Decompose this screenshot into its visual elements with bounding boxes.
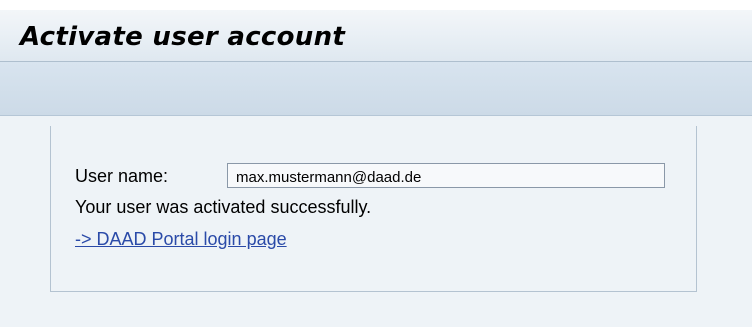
page-title: Activate user account	[20, 22, 346, 52]
activation-group-box: User name: Your user was activated succe…	[50, 126, 697, 292]
top-strip	[0, 0, 752, 10]
username-label: User name:	[75, 166, 169, 186]
username-field[interactable]	[227, 163, 665, 188]
activation-success-message: Your user was activated successfully.	[75, 197, 372, 217]
portal-login-link[interactable]: -> DAAD Portal login page	[75, 228, 287, 250]
toolbar	[0, 62, 752, 116]
content-area: User name: Your user was activated succe…	[0, 116, 752, 327]
title-bar: Activate user account	[0, 10, 752, 62]
